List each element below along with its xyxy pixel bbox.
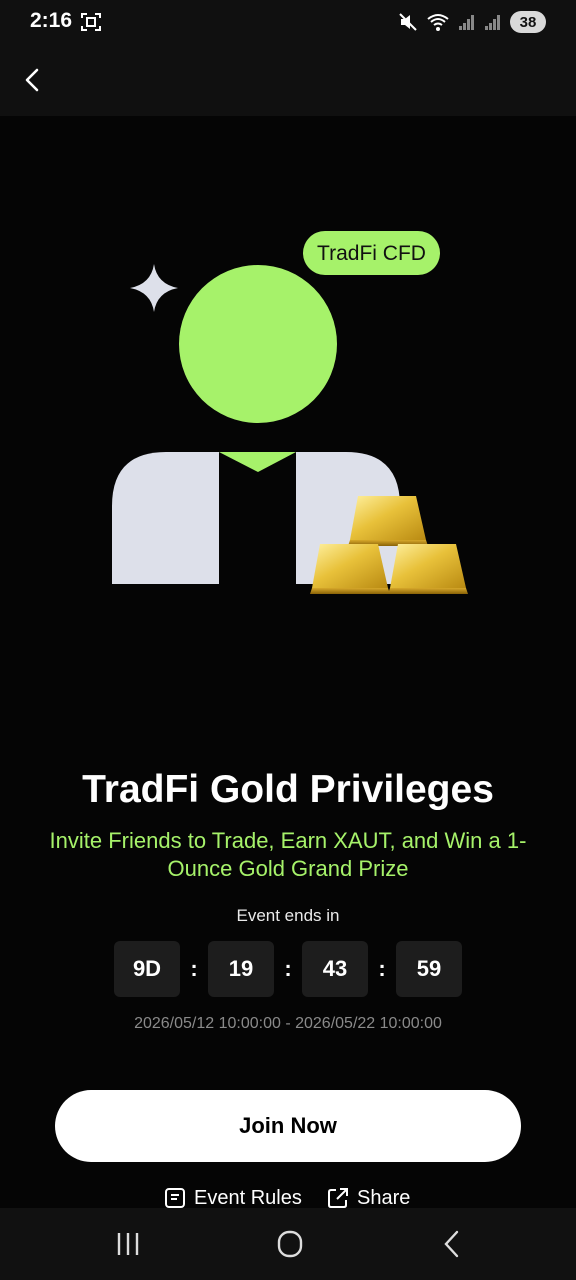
signal-icon [485, 15, 500, 30]
document-icon [165, 1188, 185, 1208]
status-icons: 38 [398, 10, 546, 34]
home-icon[interactable] [270, 1226, 310, 1262]
tradfi-badge-label: TradFi CFD [317, 242, 426, 265]
event-rules-label: Event Rules [194, 1186, 302, 1209]
chevron-left-icon[interactable] [16, 62, 52, 98]
status-bar: 2:16 38 [0, 0, 576, 44]
sparkle-icon [130, 264, 178, 312]
system-nav-bar [0, 1208, 576, 1280]
event-date-range: 2026/05/12 10:00:00 - 2026/05/22 10:00:0… [134, 1015, 442, 1032]
screenshot-icon [81, 13, 101, 31]
countdown-separator: : [378, 956, 386, 981]
countdown-hours: 19 [208, 941, 274, 997]
hero-illustration: TradFi CFD [0, 116, 576, 756]
countdown-timer: 9D : 19 : 43 : 59 [114, 941, 462, 997]
signal-icon [459, 15, 474, 30]
recents-icon[interactable] [108, 1226, 148, 1262]
back-icon[interactable] [432, 1226, 472, 1262]
battery-indicator: 38 [510, 11, 546, 33]
share-icon [328, 1188, 348, 1208]
countdown-minutes: 43 [302, 941, 368, 997]
countdown-separator: : [284, 956, 292, 981]
status-time: 2:16 [30, 9, 73, 32]
mute-icon [399, 13, 417, 31]
avatar-head [179, 265, 337, 423]
event-ends-label: Event ends in [236, 906, 340, 925]
page-title: TradFi Gold Privileges [82, 768, 494, 811]
wifi-icon [427, 14, 449, 31]
countdown-separator: : [190, 956, 198, 981]
countdown-seconds: 59 [396, 941, 462, 997]
join-now-button[interactable]: Join Now [55, 1090, 521, 1162]
share-label: Share [357, 1186, 411, 1209]
countdown-days: 9D [114, 941, 180, 997]
gold-privileges-illustration: TradFi CFD [112, 231, 468, 594]
app-bar [0, 44, 576, 116]
event-subtitle: Invite Friends to Trade, Earn XAUT, and … [49, 828, 527, 881]
